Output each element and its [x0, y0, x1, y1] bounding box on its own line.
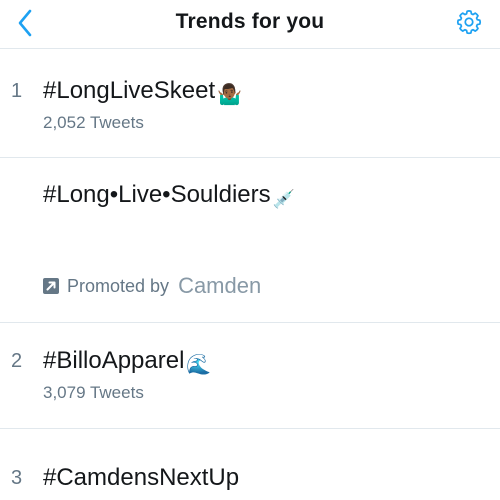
trend-hashtag-text: #Long•Live•Souldiers: [43, 181, 271, 208]
trend-hashtag: #LongLiveSkeet 🤷🏾‍♂️: [43, 75, 242, 111]
tweet-count: 3,079 Tweets: [43, 383, 144, 402]
trend-hashtag: #BilloApparel 🌊: [43, 345, 211, 381]
trend-hashtag-text: #CamdensNextUp: [43, 464, 240, 491]
wave-emoji-icon: 🌊: [186, 354, 212, 376]
top-navigation-bar: Trends for you: [0, 0, 500, 49]
trend-item[interactable]: 1 #LongLiveSkeet 🤷🏾‍♂️ 2,052 Tweets: [0, 49, 500, 158]
trend-hashtag: #CamdensNextUp: [43, 462, 239, 494]
trend-item[interactable]: 2 #BilloApparel 🌊 3,079 Tweets: [0, 323, 500, 429]
trend-hashtag-text: #LongLiveSkeet: [43, 77, 216, 104]
promoter-name[interactable]: Camden: [178, 273, 261, 299]
promoted-arrow-icon: [43, 278, 59, 294]
promoted-by-line: Promoted by Camden: [43, 273, 261, 299]
trend-item[interactable]: 3 #CamdensNextUp: [0, 429, 500, 500]
syringe-emoji-icon: 💉: [272, 189, 296, 209]
trend-rank: 2: [11, 350, 23, 372]
trend-rank: 1: [11, 80, 23, 102]
gear-icon: [456, 10, 482, 35]
promoted-label: Promoted by: [67, 275, 170, 296]
trend-hashtag-text: #BilloApparel: [43, 347, 185, 374]
page-title: Trends for you: [175, 10, 325, 33]
trend-rank: 3: [11, 467, 23, 489]
settings-button[interactable]: [454, 7, 484, 37]
tweet-count: 2,052 Tweets: [43, 113, 144, 132]
shrug-emoji-icon: 🤷🏾‍♂️: [217, 84, 243, 106]
trend-hashtag: #Long•Live•Souldiers 💉: [43, 179, 295, 215]
